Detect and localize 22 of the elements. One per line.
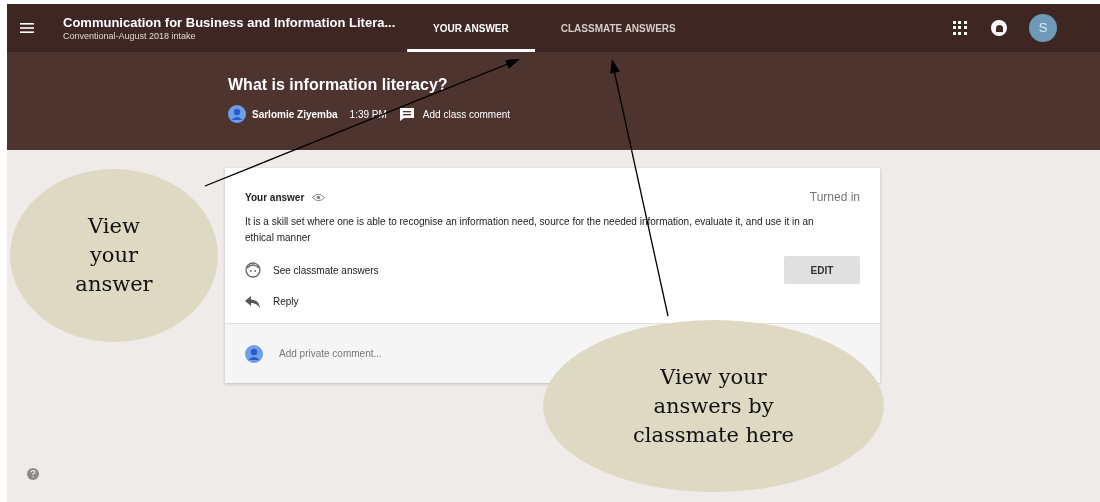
course-title: Communication for Business and Information Litera... bbox=[63, 14, 397, 31]
card-heading: Your answer bbox=[245, 190, 305, 205]
add-class-comment-link[interactable]: Add class comment bbox=[422, 106, 511, 122]
apps-grid-icon[interactable] bbox=[953, 21, 967, 35]
status-label: Turned in bbox=[809, 189, 860, 206]
tab[interactable]: CLASSMATE ANSWERS bbox=[534, 4, 702, 52]
notification-icon[interactable] bbox=[991, 20, 1007, 36]
course-subtitle: Conventional-August 2018 intake bbox=[63, 30, 197, 42]
post-time: 1:39 PM bbox=[349, 107, 387, 122]
eye-icon bbox=[312, 192, 326, 202]
author-name: Sarlomie Ziyemba bbox=[252, 107, 338, 122]
user-avatar-icon bbox=[245, 344, 263, 363]
reply-link[interactable]: Reply bbox=[273, 294, 299, 309]
question-title: What is information literacy? bbox=[228, 75, 449, 95]
see-classmate-answers-link[interactable]: See classmate answers bbox=[273, 262, 379, 278]
comment-icon bbox=[398, 106, 415, 122]
help-icon[interactable] bbox=[27, 468, 39, 480]
user-avatar-icon bbox=[228, 105, 246, 123]
reply-icon bbox=[245, 295, 261, 308]
edit-button[interactable]: EDIT bbox=[784, 256, 860, 284]
face-icon bbox=[245, 262, 261, 278]
private-comment-field[interactable]: Add private comment... bbox=[279, 346, 479, 361]
